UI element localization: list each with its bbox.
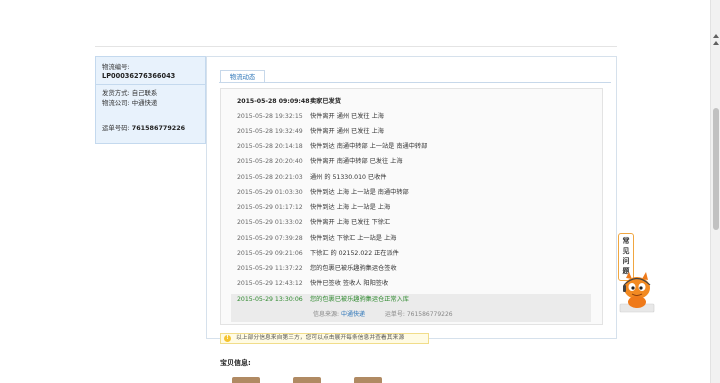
event-description: 快件已签收 签收人 阳阳签收 <box>310 280 389 287</box>
event-description: 下徐汇 的 02152.022 正在派件 <box>310 250 399 257</box>
event-time: 2015-05-28 19:32:15 <box>237 113 303 120</box>
event-time: 2015-05-28 09:09:48 <box>237 98 310 105</box>
event-time: 2015-05-29 01:17:12 <box>237 204 303 211</box>
event-time: 2015-05-28 20:21:03 <box>237 174 303 181</box>
tracking-number-value: LP00036276366043 <box>102 72 176 80</box>
event-time: 2015-05-28 20:14:18 <box>237 143 303 150</box>
faq-char: 见 <box>622 247 630 255</box>
item-info-title: 宝贝信息: <box>220 359 251 367</box>
page-scrollbar[interactable] <box>710 0 720 383</box>
scroll-up-arrow-icon[interactable] <box>713 41 719 45</box>
event-time: 2015-05-28 20:20:40 <box>237 158 303 165</box>
event-description: 您的包裹已被乐趣驹集运仓签收 <box>310 265 397 272</box>
info-divider <box>96 84 205 85</box>
event-description: 快件到达 上海 上一站是 南通中转部 <box>310 189 409 196</box>
tracking-number-label: 物流编号: <box>102 63 130 71</box>
faq-char: 常 <box>622 237 630 245</box>
carrier: 物流公司: 中通快递 <box>102 99 158 107</box>
event-description: 您的包裹已被乐趣驹集运仓正常入库 <box>310 296 409 303</box>
faq-char: 问 <box>622 257 630 265</box>
event-description: 快件离开 上海 已发往 下徐汇 <box>310 219 391 226</box>
event-description: 卖家已发货 <box>310 98 341 105</box>
source-label: 信息来源: <box>313 311 340 318</box>
event-description: 通州 的 51330.010 已收件 <box>310 174 387 181</box>
event-description: 快件到达 上海 上一站是 上海 <box>310 204 391 211</box>
scroll-up-arrow-icon[interactable] <box>713 34 719 38</box>
top-divider <box>95 46 617 47</box>
waybill-label: 运单号码: <box>102 124 130 132</box>
item-thumbnail[interactable] <box>293 377 321 383</box>
item-thumbnail[interactable] <box>232 377 260 383</box>
event-description: 快件离开 南通中转部 已发往 上海 <box>310 158 403 165</box>
event-description: 快件离开 通州 已发往 上海 <box>310 128 384 135</box>
event-time: 2015-05-29 11:37:22 <box>237 265 303 272</box>
event-description: 快件离开 通州 已发往 上海 <box>310 113 384 120</box>
mascot-icon[interactable] <box>612 268 662 318</box>
source-carrier-link[interactable]: 中通快递 <box>341 311 365 318</box>
ship-method: 发货方式: 自己联系 <box>102 89 158 97</box>
event-description: 快件到达 下徐汇 上一站是 上海 <box>310 235 397 242</box>
event-time: 2015-05-29 07:39:28 <box>237 235 303 242</box>
scrollbar-thumb[interactable] <box>713 108 719 230</box>
event-time: 2015-05-29 09:21:06 <box>237 250 303 257</box>
item-thumbnail[interactable] <box>354 377 382 383</box>
event-time: 2015-05-28 19:32:49 <box>237 128 303 135</box>
notice-text: 以上部分信息来自第三方，您可以点击展开每条信息并查看其来源 <box>236 335 405 341</box>
tab-strip <box>219 82 611 83</box>
event-time: 2015-05-29 01:03:30 <box>237 189 303 196</box>
event-time: 2015-05-29 01:33:02 <box>237 219 303 226</box>
event-description: 快件到达 南通中转部 上一站是 南通中转部 <box>310 143 428 150</box>
lightbulb-icon: ! <box>224 335 231 342</box>
event-time: 2015-05-29 13:30:06 <box>237 296 303 303</box>
waybill-number: 运单号码: 761586779226 <box>102 123 185 132</box>
third-party-notice: ! 以上部分信息来自第三方，您可以点击展开每条信息并查看其来源 <box>220 333 429 344</box>
info-source: 信息来源: 中通快递 运单号: 761586779226 <box>313 309 453 318</box>
waybill-value: 761586779226 <box>131 124 186 132</box>
source-waybill: 运单号: 761586779226 <box>384 311 453 318</box>
event-time: 2015-05-29 12:43:12 <box>237 280 303 287</box>
